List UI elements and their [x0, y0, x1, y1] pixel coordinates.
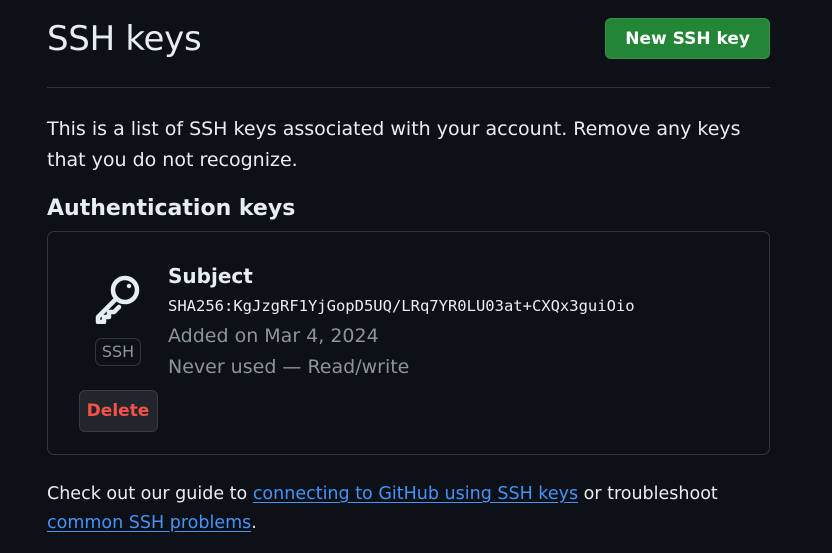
- footer-text-1: Check out our guide to: [47, 484, 253, 504]
- ssh-badge: SSH: [94, 338, 142, 366]
- page-description: This is a list of SSH keys associated wi…: [47, 118, 741, 171]
- key-left-column: SSH Delete: [78, 272, 158, 432]
- key-subject: Subject: [168, 264, 253, 288]
- ssh-keys-page: SSH keys New SSH key This is a list of S…: [0, 0, 832, 553]
- key-fingerprint: SHA256:KgJzgRF1YjGopD5UQ/LRq7YR0LU03at+C…: [168, 297, 635, 315]
- footer-text-2: or troubleshoot: [578, 484, 718, 504]
- delete-key-button[interactable]: Delete: [78, 390, 158, 432]
- ssh-key-item: SSH Delete Subject SHA256:KgJzgRF1YjGopD…: [47, 231, 770, 455]
- troubleshoot-link[interactable]: common SSH problems: [47, 513, 251, 533]
- new-ssh-key-button[interactable]: New SSH key: [605, 18, 770, 59]
- key-info: Subject SHA256:KgJzgRF1YjGopD5UQ/LRq7YR0…: [168, 262, 635, 383]
- ssh-guide-link[interactable]: connecting to GitHub using SSH keys: [253, 484, 578, 504]
- key-added-date: Added on Mar 4, 2024: [168, 325, 379, 347]
- page-title: SSH keys: [47, 18, 202, 59]
- footer-text-3: .: [251, 513, 257, 533]
- key-usage: Never used — Read/write: [168, 356, 410, 378]
- footer-help-text: Check out our guide to connecting to Git…: [47, 480, 767, 538]
- key-icon: [92, 272, 144, 324]
- section-title: Authentication keys: [47, 196, 296, 221]
- page-header: SSH keys New SSH key: [47, 0, 770, 88]
